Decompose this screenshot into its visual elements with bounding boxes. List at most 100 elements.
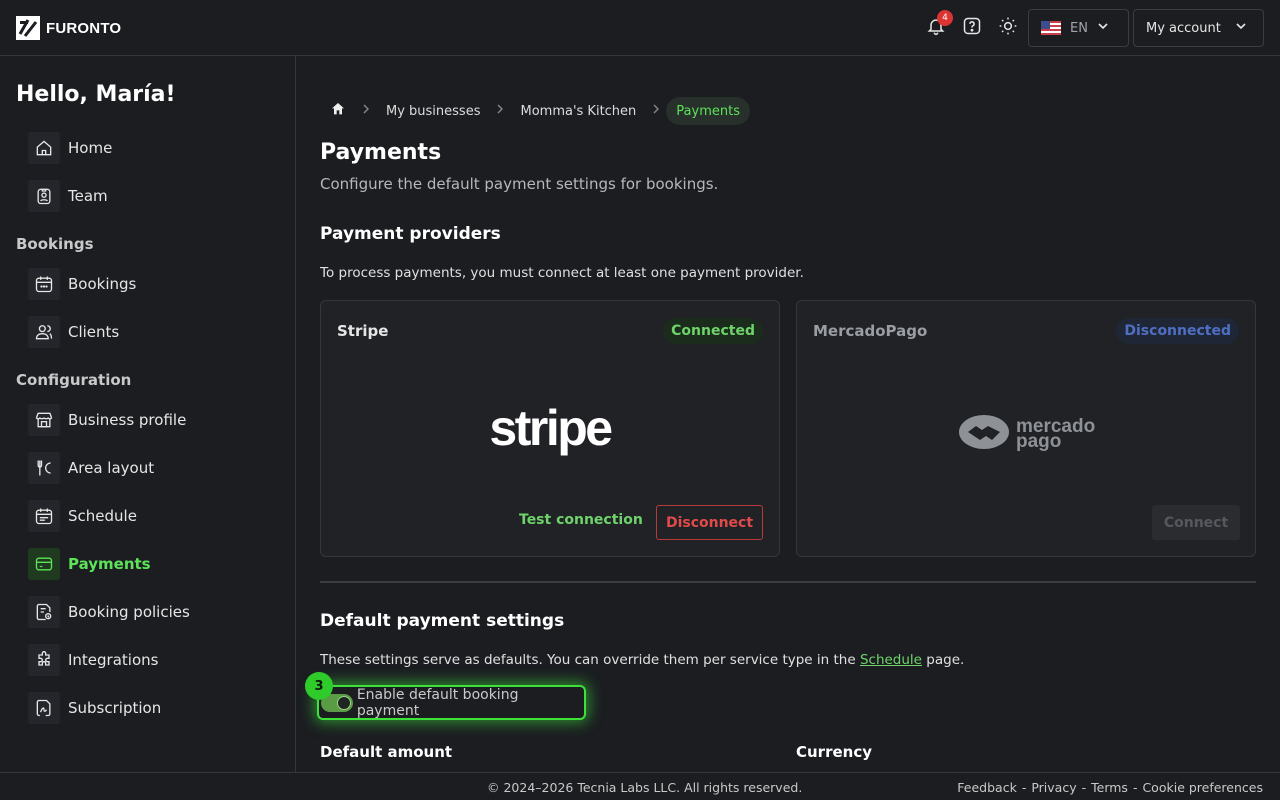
- credit-card-icon: [28, 548, 60, 580]
- sidebar-item-bookings[interactable]: Bookings: [28, 268, 136, 300]
- sidebar-item-business-profile[interactable]: Business profile: [28, 404, 186, 436]
- breadcrumb-current: Payments: [666, 97, 750, 125]
- section-divider: [320, 581, 1256, 583]
- footer: © 2024–2026 Tecnia Labs LLC. All rights …: [0, 772, 1280, 800]
- page-title: Payments: [320, 140, 442, 165]
- sidebar-item-area-layout[interactable]: Area layout: [28, 452, 154, 484]
- footer-link-terms[interactable]: Terms: [1091, 780, 1128, 795]
- greeting: Hello, María!: [16, 82, 176, 107]
- account-menu-button[interactable]: My account: [1133, 9, 1264, 47]
- storefront-icon: [28, 404, 60, 436]
- chevron-right-icon: [490, 103, 510, 119]
- logo-mark-icon: [16, 16, 40, 40]
- sidebar-item-label: Business profile: [68, 411, 187, 429]
- footer-separator: -: [1021, 780, 1027, 795]
- sidebar-item-label: Team: [68, 187, 108, 205]
- sidebar-item-label: Clients: [68, 323, 120, 341]
- sidebar-item-home[interactable]: Home: [28, 132, 112, 164]
- chevron-right-icon: [646, 103, 666, 119]
- sidebar-item-label: Bookings: [68, 275, 137, 293]
- toggle-label: Enable default booking payment: [356, 686, 519, 719]
- badge-icon: [28, 180, 60, 212]
- default-settings-description: These settings serve as defaults. You ca…: [320, 652, 965, 668]
- enable-default-payment-toggle[interactable]: Enable default booking payment: [317, 685, 586, 720]
- schedule-icon: [28, 500, 60, 532]
- sidebar-item-label: Integrations: [68, 651, 159, 669]
- logo[interactable]: FURONTO: [16, 16, 121, 40]
- sidebar-item-label: Area layout: [68, 459, 155, 477]
- sidebar-item-schedule[interactable]: Schedule: [28, 500, 137, 532]
- language-label: EN: [1070, 20, 1088, 36]
- puzzle-icon: [28, 644, 60, 676]
- mercadopago-logo: mercado pago: [958, 414, 1095, 454]
- sidebar-item-payments[interactable]: Payments: [28, 548, 151, 580]
- stripe-logo: stripe: [489, 400, 613, 456]
- chevron-down-icon: [1235, 20, 1247, 36]
- sidebar-item-label: Subscription: [68, 699, 162, 717]
- sidebar-item-integrations[interactable]: Integrations: [28, 644, 158, 676]
- page-subtitle: Configure the default payment settings f…: [320, 175, 719, 193]
- nav-section-bookings: Bookings: [16, 235, 94, 253]
- account-label: My account: [1146, 20, 1221, 36]
- home-icon: [330, 101, 346, 121]
- brand-name: FURONTO: [46, 19, 122, 37]
- nav-section-configuration: Configuration: [16, 371, 132, 389]
- home-icon: [28, 132, 60, 164]
- chevron-down-icon: [1097, 20, 1109, 36]
- notification-count-badge: 4: [937, 10, 953, 26]
- status-badge: Disconnected: [1116, 318, 1239, 344]
- footer-link-feedback[interactable]: Feedback: [957, 780, 1017, 795]
- default-amount-label: Default amount: [320, 743, 453, 761]
- stripe-provider-card: Stripe Connected stripe Test connection …: [320, 300, 780, 557]
- breadcrumb-home[interactable]: [320, 97, 356, 125]
- us-flag-icon: [1041, 21, 1061, 35]
- sidebar-item-label: Payments: [68, 555, 151, 573]
- sidebar-item-team[interactable]: Team: [28, 180, 108, 212]
- sidebar-item-subscription[interactable]: Subscription: [28, 692, 161, 724]
- footer-links: Feedback - Privacy - Terms - Cookie pref…: [957, 780, 1263, 795]
- mercadopago-logo-line2: pago: [1016, 431, 1062, 452]
- providers-heading: Payment providers: [320, 224, 501, 244]
- copyright: © 2024–2026 Tecnia Labs LLC. All rights …: [487, 780, 803, 795]
- sidebar-item-label: Home: [68, 139, 113, 157]
- provider-name: Stripe: [337, 322, 389, 340]
- breadcrumb-my-businesses[interactable]: My businesses: [376, 97, 490, 125]
- sidebar-item-booking-policies[interactable]: Booking policies: [28, 596, 190, 628]
- status-badge: Connected: [663, 318, 763, 344]
- top-bar: FURONTO 4 EN My account: [0, 0, 1280, 56]
- sidebar-item-label: Schedule: [68, 507, 137, 525]
- sidebar-item-clients[interactable]: Clients: [28, 316, 119, 348]
- connect-button[interactable]: Connect: [1152, 505, 1240, 540]
- providers-description: To process payments, you must connect at…: [320, 265, 804, 281]
- footer-separator: -: [1132, 780, 1138, 795]
- users-icon: [28, 316, 60, 348]
- sidebar-item-label: Booking policies: [68, 603, 190, 621]
- test-connection-button[interactable]: Test connection: [519, 512, 643, 528]
- notifications-button[interactable]: 4: [924, 10, 953, 40]
- chevron-right-icon: [356, 103, 376, 119]
- footer-link-privacy[interactable]: Privacy: [1031, 780, 1076, 795]
- help-icon: [962, 16, 982, 40]
- disconnect-button[interactable]: Disconnect: [656, 505, 763, 540]
- currency-label: Currency: [796, 743, 873, 761]
- breadcrumb: My businesses Momma's Kitchen Payments: [320, 97, 750, 125]
- handshake-icon: [958, 414, 1010, 454]
- sidebar: Hello, María! Home Team Bookings Booking…: [0, 56, 296, 772]
- step-badge: 3: [305, 672, 333, 700]
- schedule-link[interactable]: Schedule: [860, 652, 922, 668]
- mercadopago-provider-card: MercadoPago Disconnected mercado pago Co…: [796, 300, 1256, 557]
- policy-icon: [28, 596, 60, 628]
- sun-icon: [998, 16, 1018, 40]
- breadcrumb-business[interactable]: Momma's Kitchen: [510, 97, 646, 125]
- default-settings-heading: Default payment settings: [320, 611, 565, 631]
- utensils-icon: [28, 452, 60, 484]
- theme-toggle-button[interactable]: [996, 16, 1020, 40]
- language-selector[interactable]: EN: [1028, 9, 1129, 47]
- help-button[interactable]: [960, 16, 984, 40]
- footer-link-cookies[interactable]: Cookie preferences: [1142, 780, 1263, 795]
- signature-icon: [28, 692, 60, 724]
- main-content: My businesses Momma's Kitchen Payments P…: [296, 56, 1280, 772]
- provider-name: MercadoPago: [813, 322, 928, 340]
- footer-separator: -: [1081, 780, 1087, 795]
- calendar-icon: [28, 268, 60, 300]
